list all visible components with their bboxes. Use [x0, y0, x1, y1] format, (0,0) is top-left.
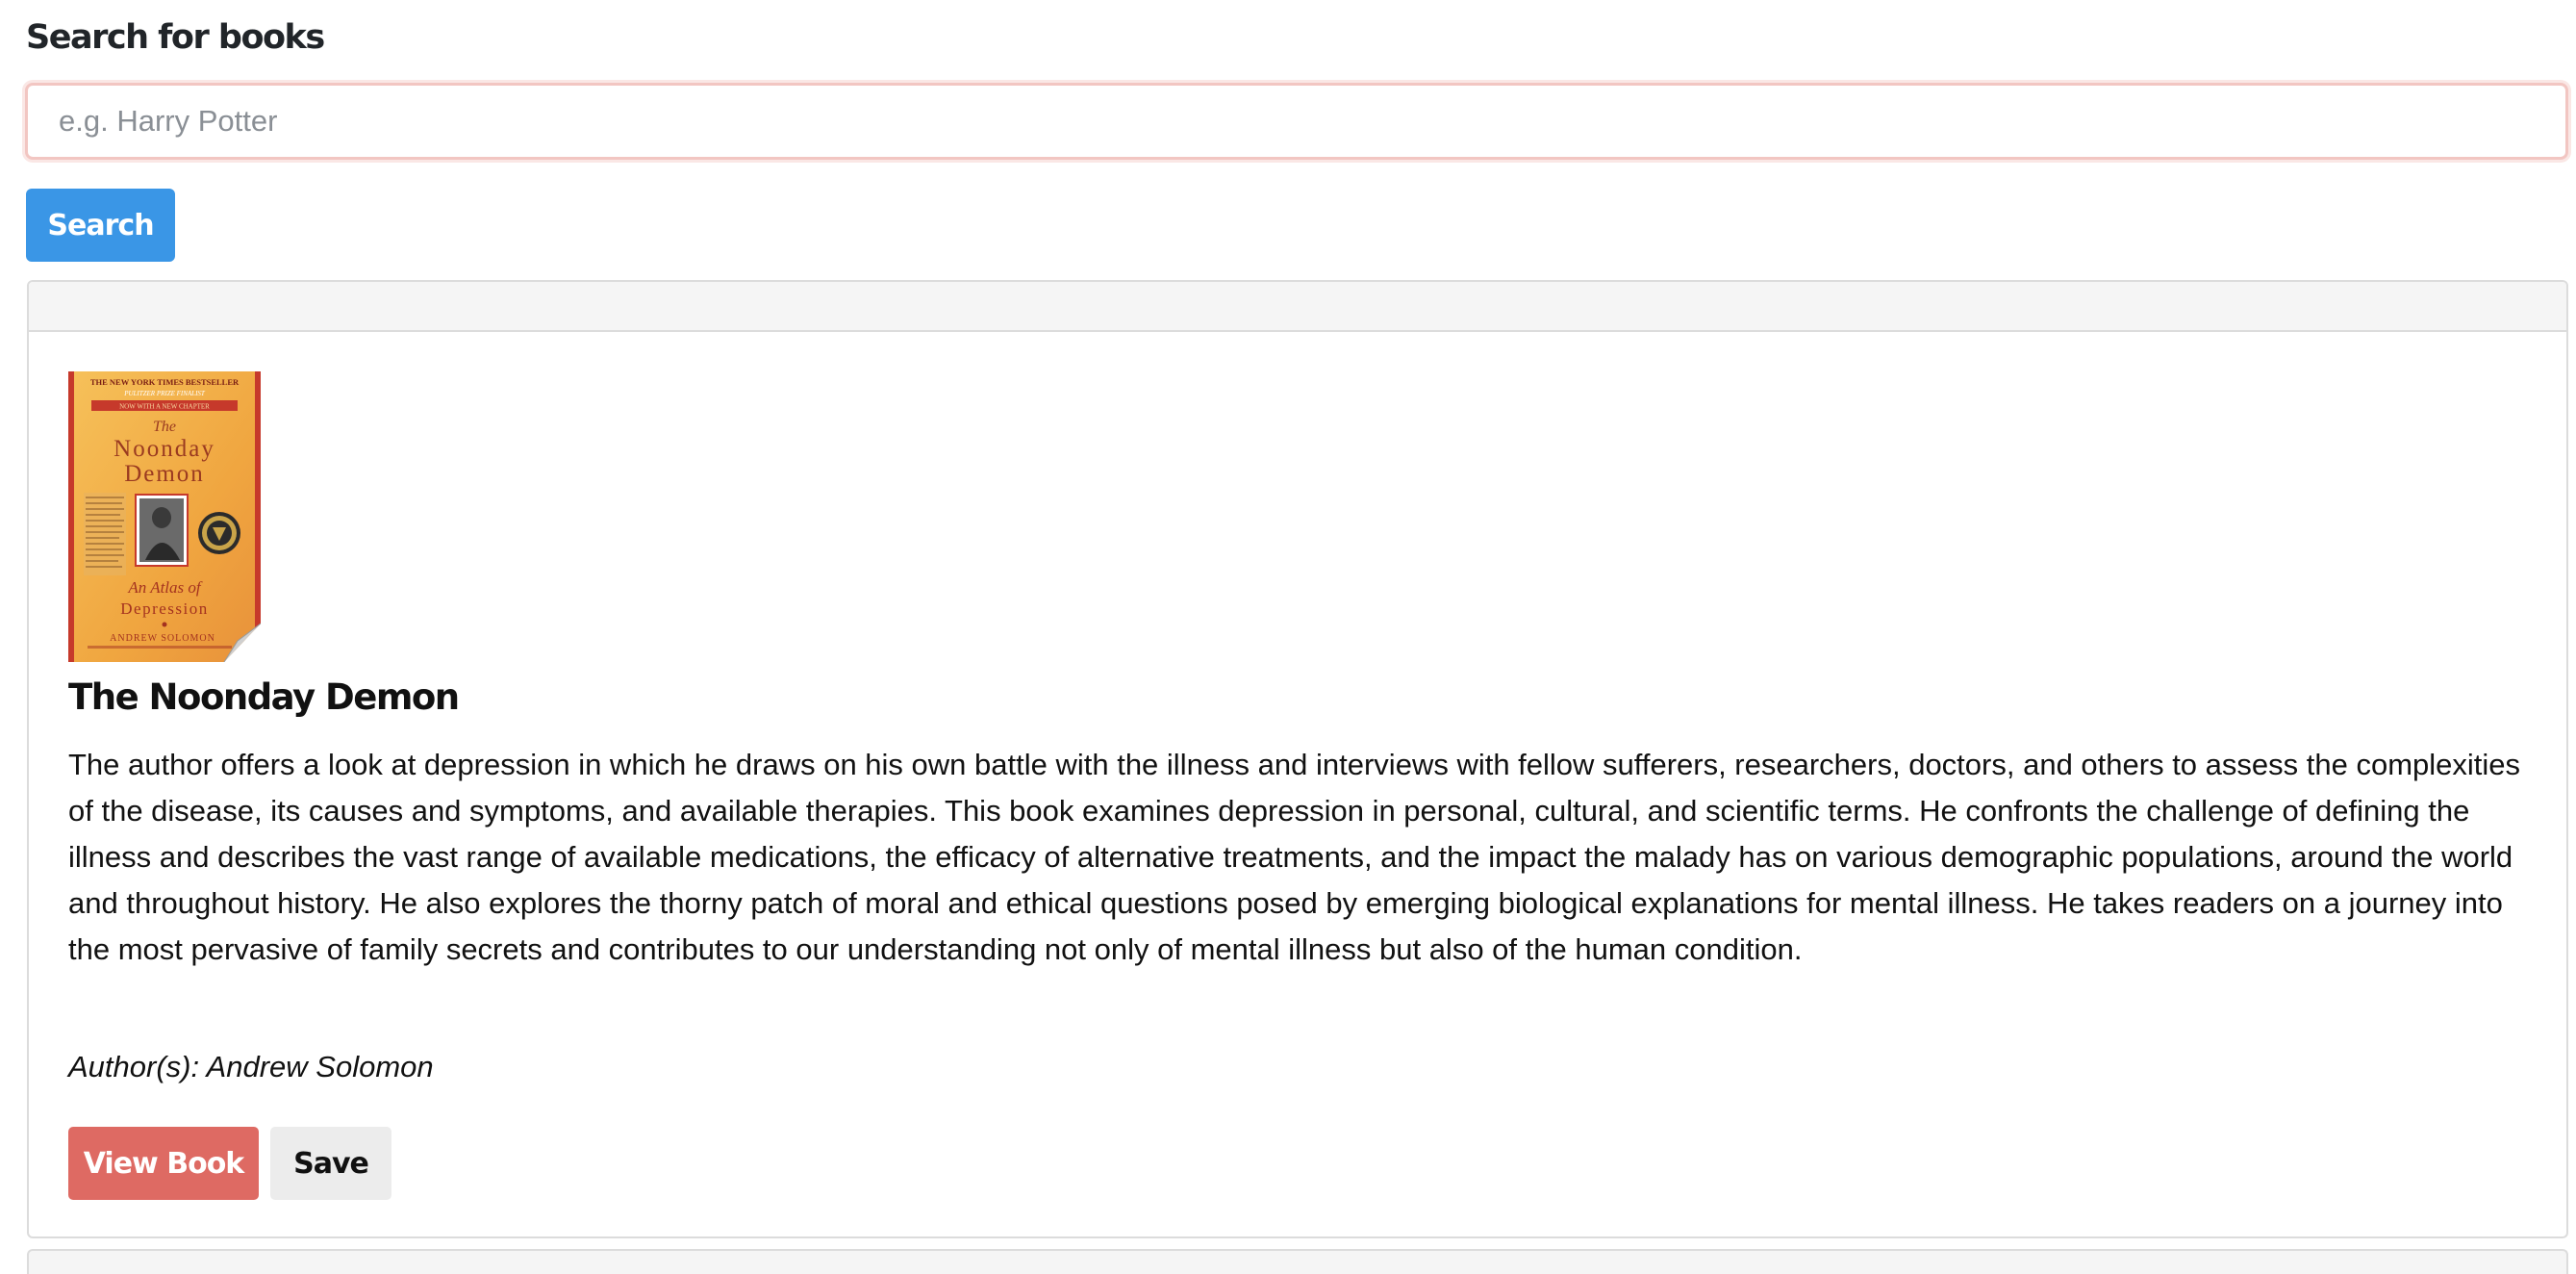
view-book-button[interactable]: View Book: [68, 1127, 259, 1200]
cover-subtitle-line2: Depression: [120, 599, 208, 618]
cover-author: ANDREW SOLOMON: [110, 633, 215, 644]
next-result-card-header: [27, 1249, 2568, 1274]
search-label: Search for books: [26, 18, 325, 57]
save-button[interactable]: Save: [270, 1127, 391, 1200]
book-search-page: Search for books Search THE NEW YORK TIM…: [0, 0, 2576, 1274]
cover-sub-line: PULITZER PRIZE FINALIST: [123, 390, 206, 397]
card-header: [29, 282, 2566, 332]
book-cover-image: THE NEW YORK TIMES BESTSELLER PULITZER P…: [68, 371, 261, 662]
cover-banner: NOW WITH A NEW CHAPTER: [119, 403, 210, 411]
search-button[interactable]: Search: [26, 189, 175, 262]
cover-title-line2: Demon: [124, 461, 205, 487]
book-title: The Noonday Demon: [68, 676, 460, 718]
cover-subtitle-line1: An Atlas of: [127, 578, 203, 597]
cover-title-small: The: [153, 419, 176, 435]
cover-top-line: THE NEW YORK TIMES BESTSELLER: [90, 377, 240, 387]
book-authors: Author(s): Andrew Solomon: [68, 1050, 434, 1083]
search-input[interactable]: [25, 83, 2568, 160]
book-result-card: THE NEW YORK TIMES BESTSELLER PULITZER P…: [27, 280, 2568, 1238]
book-description: The author offers a look at depression i…: [68, 748, 2521, 966]
cover-title-line1: Noonday: [114, 436, 215, 462]
